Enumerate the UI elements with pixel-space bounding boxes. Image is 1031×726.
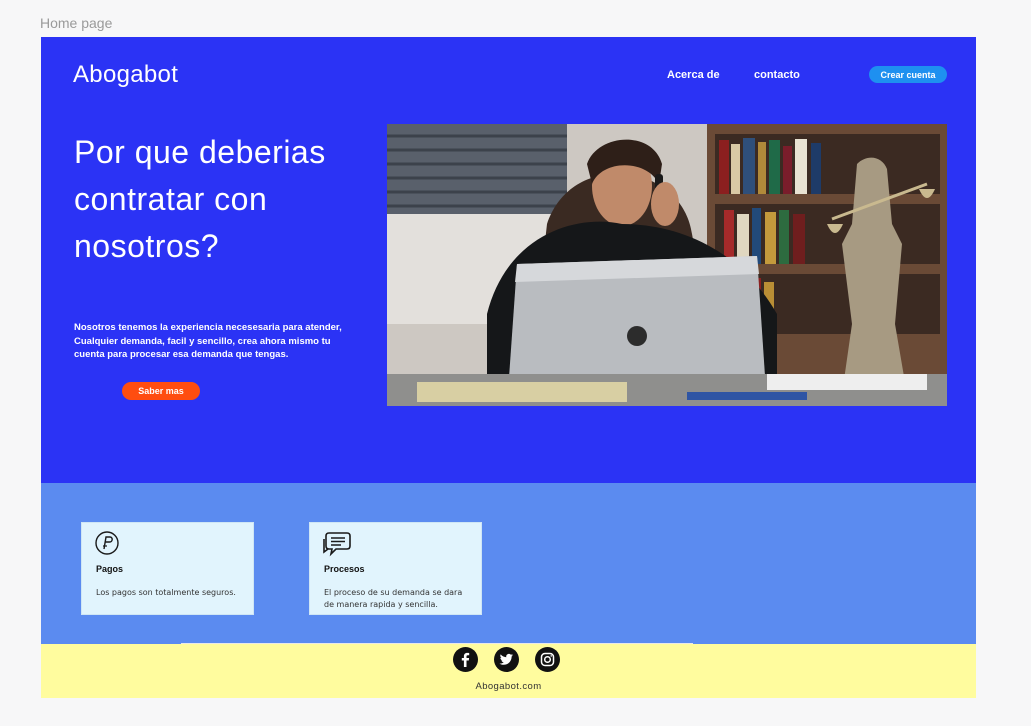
chat-icon: [322, 530, 351, 557]
hero-headline: Por que deberias contratar con nosotros?: [74, 134, 326, 264]
learn-more-button[interactable]: Saber mas: [122, 382, 200, 400]
instagram-icon[interactable]: [535, 647, 560, 672]
lawyer-photo: [387, 124, 947, 406]
hero-intro-text: Nosotros tenemos la experiencia necesesa…: [74, 322, 342, 360]
features-section: Pagos Los pagos son totalmente seguros. …: [41, 483, 976, 644]
feature-card-process: Procesos El proceso de su demanda se dar…: [309, 522, 482, 615]
brand-logo[interactable]: Abogabot: [73, 61, 178, 89]
feature-text: Los pagos son totalmente seguros.: [96, 588, 236, 597]
feature-title: Pagos: [96, 564, 124, 574]
facebook-icon[interactable]: [453, 647, 478, 672]
feature-card-payments: Pagos Los pagos son totalmente seguros.: [81, 522, 254, 615]
home-page: Abogabot Acerca de contacto Crear cuenta…: [41, 37, 976, 698]
footer-site-link[interactable]: Abogabot.com: [41, 681, 976, 692]
nav-contact-link[interactable]: contacto: [754, 69, 800, 81]
create-account-button[interactable]: Crear cuenta: [869, 66, 947, 83]
footer: Abogabot.com: [41, 644, 976, 698]
payment-icon: [94, 530, 120, 556]
frame-label: Home page: [40, 15, 113, 31]
feature-title: Procesos: [324, 564, 365, 574]
twitter-icon[interactable]: [494, 647, 519, 672]
nav-about-link[interactable]: Acerca de: [667, 69, 720, 81]
hero-section: Abogabot Acerca de contacto Crear cuenta…: [41, 37, 976, 483]
feature-text: El proceso de su demanda se dara de mane…: [324, 588, 463, 609]
